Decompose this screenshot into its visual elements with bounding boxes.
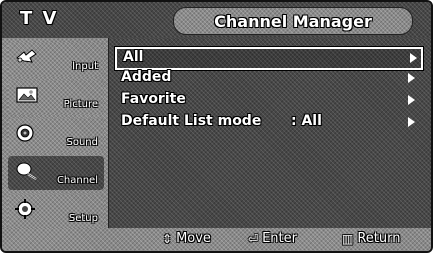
arrow-right-icon (408, 117, 415, 127)
sound-icon (14, 122, 40, 144)
sidebar-item-label: Input (72, 61, 98, 72)
sidebar-item-input[interactable]: Input (8, 42, 104, 76)
return-label: Return (357, 231, 401, 246)
input-icon (14, 46, 40, 68)
enter-label: Enter (262, 231, 297, 246)
tv-section-label: T V (20, 8, 59, 29)
setup-icon (14, 198, 40, 220)
sidebar-item-setup[interactable]: Setup (8, 194, 104, 228)
sidebar-item-channel[interactable]: Channel (8, 156, 104, 190)
enter-hint: ⏎ Enter (248, 231, 297, 246)
page-title: Channel Manager (214, 11, 372, 31)
move-icon: ⇕ (162, 231, 173, 246)
menu-item-label: Default List mode (121, 113, 262, 129)
tv-osd-screen: T V Channel Manager Input Picture Sound … (0, 0, 433, 253)
move-hint: ⇕ Move (162, 231, 211, 246)
arrow-right-icon (410, 53, 417, 63)
menu-item-added[interactable]: Added (115, 69, 419, 88)
top-bar: T V Channel Manager (2, 2, 431, 38)
title-banner: Channel Manager (173, 7, 413, 35)
channel-icon (14, 160, 40, 182)
arrow-right-icon (408, 73, 415, 83)
menu-item-favorite[interactable]: Favorite (115, 91, 419, 110)
sidebar-item-label: Picture (63, 99, 98, 110)
enter-icon: ⏎ (248, 231, 259, 246)
menu-item-label: Added (121, 69, 172, 85)
menu-item-all[interactable]: All (115, 47, 423, 70)
sidebar-item-label: Sound (66, 137, 99, 148)
channel-manager-menu: All Added Favorite Default List mode : A… (108, 38, 431, 228)
arrow-right-icon (408, 95, 415, 105)
sidebar-item-label: Channel (56, 175, 98, 186)
sidebar-item-sound[interactable]: Sound (8, 118, 104, 152)
menu-item-label: All (123, 49, 144, 65)
menu-item-default-list-mode[interactable]: Default List mode : All (115, 113, 419, 132)
sidebar-item-label: Setup (68, 213, 98, 224)
sidebar: Input Picture Sound Channel Setup (2, 38, 108, 228)
sidebar-item-picture[interactable]: Picture (8, 80, 104, 114)
menu-item-label: Favorite (121, 91, 186, 107)
return-icon: ▥ (342, 231, 354, 246)
picture-icon (14, 84, 40, 106)
footer-help-bar: ⇕ Move ⏎ Enter ▥ Return (2, 228, 431, 251)
move-label: Move (176, 231, 211, 246)
return-hint: ▥ Return (342, 231, 400, 246)
menu-item-value: : All (291, 113, 322, 129)
